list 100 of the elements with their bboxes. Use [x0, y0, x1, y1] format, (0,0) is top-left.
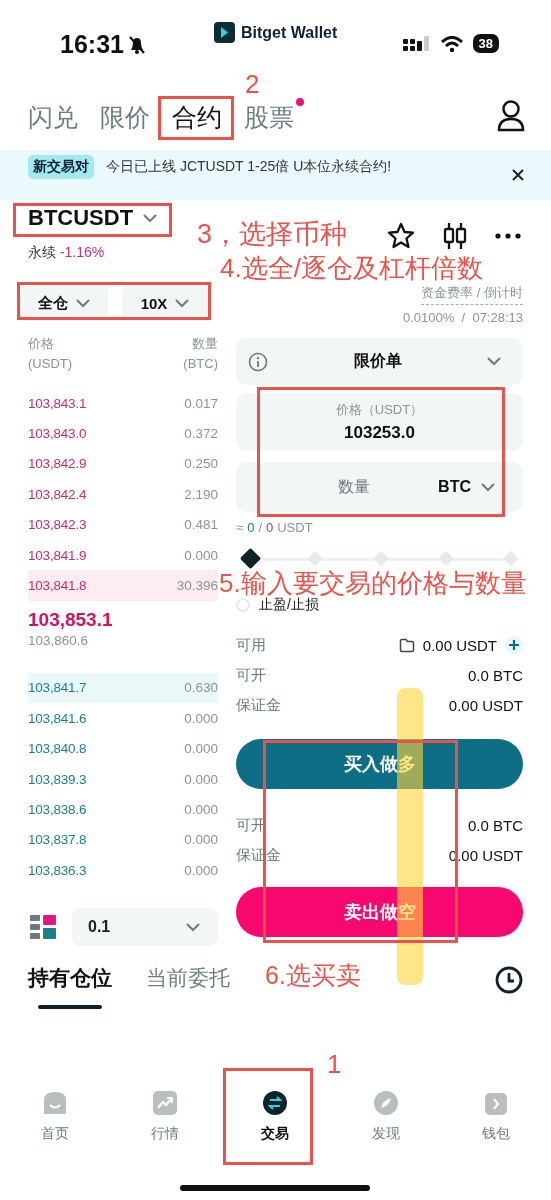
- info-value: 0.00 USDT: [448, 696, 523, 714]
- swap-icon: [262, 1090, 289, 1116]
- order-price: 103,838.6: [28, 802, 87, 817]
- nav-item[interactable]: 发现: [330, 1090, 441, 1143]
- chevron-down-icon: [186, 922, 200, 932]
- app-name: Bitget Wallet: [241, 23, 338, 42]
- symbol-selector[interactable]: BTCUSDT: [28, 205, 158, 231]
- order-row[interactable]: 103,838.6 0.000: [28, 794, 218, 825]
- chevron-down-icon: [143, 213, 158, 223]
- order-row[interactable]: 103,840.8 0.000: [28, 733, 218, 764]
- home-icon: [42, 1090, 69, 1116]
- price-change: -1.16%: [59, 244, 105, 260]
- order-price: 103,842.4: [28, 486, 87, 502]
- more-icon[interactable]: [495, 233, 521, 239]
- long-estimate: 0: [247, 519, 255, 535]
- annotation-text: 4.选全/逐仓及杠杆倍数: [220, 254, 483, 283]
- order-row[interactable]: 103,842.4 2.190: [28, 479, 218, 510]
- order-price: 103,836.3: [28, 862, 87, 878]
- order-price: 103,839.3: [28, 771, 87, 787]
- order-price: 103,837.8: [28, 832, 87, 848]
- info-label: 可开: [236, 815, 266, 835]
- order-row[interactable]: 103,839.3 0.000: [28, 763, 218, 795]
- tab[interactable]: 当前委托: [146, 963, 230, 1010]
- order-row[interactable]: 103,836.3 0.000: [28, 855, 218, 886]
- annotation-text: 5.输入要交易的价格与数量: [219, 569, 527, 598]
- order-row[interactable]: 103,837.8 0.000: [28, 824, 218, 856]
- order-amount: 0.000: [184, 862, 218, 878]
- annotation-text: 1: [327, 1050, 342, 1079]
- bell-off-icon: [126, 34, 147, 55]
- order-row[interactable]: 103,841.8 30.396: [28, 570, 218, 601]
- order-price: 103,841.7: [28, 680, 87, 696]
- annotation-text: 6.选买卖: [265, 962, 361, 990]
- wallet-icon: [482, 1090, 509, 1116]
- order-price: 103,842.9: [28, 456, 87, 472]
- order-row[interactable]: 103,841.6 0.000: [28, 703, 218, 734]
- signal-icon: [402, 35, 431, 52]
- order-type-dropdown[interactable]: 限价单: [236, 338, 523, 385]
- wallet-icon[interactable]: [398, 637, 415, 653]
- info-label: 保证金: [236, 695, 281, 715]
- order-amount: 0.000: [184, 832, 218, 848]
- column-unit: (BTC): [183, 355, 218, 373]
- info-label: 可用: [236, 635, 266, 655]
- nav-item[interactable]: 首页: [0, 1090, 111, 1143]
- order-amount: 0.000: [184, 802, 218, 817]
- chevron-down-icon: [175, 298, 190, 308]
- order-price: 103,841.8: [28, 578, 87, 594]
- column-unit: (USDT): [28, 355, 73, 373]
- leverage-button[interactable]: 10X: [122, 286, 208, 320]
- order-amount: 0.000: [184, 710, 218, 726]
- chevron-down-icon: [487, 357, 501, 366]
- tab[interactable]: 持有仓位: [28, 963, 112, 1010]
- tab[interactable]: 股票: [244, 100, 294, 134]
- order-price: 103,841.9: [28, 547, 87, 563]
- price-label: 价格（USDT）: [335, 401, 424, 419]
- column-header: 数量: [191, 335, 218, 353]
- plus-icon[interactable]: [505, 636, 523, 654]
- star-icon[interactable]: [387, 222, 415, 250]
- info-value: 0.0 BTC: [467, 666, 523, 684]
- order-row[interactable]: 103,841.7 0.630: [28, 672, 218, 704]
- history-icon[interactable]: [495, 966, 523, 995]
- clock-time: 16:31: [60, 30, 124, 59]
- order-row[interactable]: 103,841.9 0.000: [28, 539, 218, 571]
- chart-trend-icon: [152, 1090, 179, 1116]
- nav-item[interactable]: 交易: [220, 1090, 331, 1143]
- short-estimate: 0: [266, 519, 274, 535]
- precision-dropdown[interactable]: 0.1: [72, 908, 218, 947]
- order-price: 103,843.0: [28, 426, 87, 442]
- profile-icon[interactable]: [497, 100, 525, 132]
- order-row[interactable]: 103,843.0 0.372: [28, 418, 218, 449]
- separator: /: [258, 519, 262, 535]
- margin-mode-button[interactable]: 全仓: [20, 286, 108, 320]
- price-input[interactable]: 103253.0: [299, 423, 460, 443]
- checkbox[interactable]: [236, 598, 250, 612]
- chevron-down-icon: [76, 298, 90, 308]
- annotation-text: 3，选择币种: [197, 220, 348, 250]
- order-amount: 2.190: [184, 486, 218, 502]
- approx-sign: ≈: [236, 519, 244, 535]
- mark-price: 103,860.6: [28, 632, 90, 648]
- order-amount: 30.396: [176, 578, 218, 594]
- book-layout-icon[interactable]: [30, 915, 56, 940]
- order-amount: 0.000: [184, 741, 218, 757]
- last-price: 103,853.1: [28, 607, 114, 632]
- unit-dropdown[interactable]: BTC: [432, 477, 501, 497]
- nav-item[interactable]: 行情: [110, 1090, 221, 1143]
- order-amount: 0.630: [184, 680, 218, 696]
- quantity-field[interactable]: 数量 BTC: [236, 462, 523, 512]
- contract-type: 永续: [28, 244, 56, 260]
- candlestick-chart-icon[interactable]: [443, 222, 467, 250]
- tab[interactable]: 限价: [100, 100, 150, 134]
- wifi-icon: [440, 35, 463, 52]
- nav-item[interactable]: 钱包: [440, 1090, 551, 1143]
- close-icon[interactable]: [511, 168, 525, 182]
- sell-short-button[interactable]: 卖出做空: [236, 887, 523, 937]
- order-row[interactable]: 103,843.1 0.017: [28, 388, 218, 419]
- order-row[interactable]: 103,842.3 0.481: [28, 509, 218, 540]
- tab[interactable]: 合约: [172, 100, 222, 134]
- new-pair-tag: 新交易对: [28, 155, 94, 179]
- tab[interactable]: 闪兑: [28, 100, 78, 134]
- order-row[interactable]: 103,842.9 0.250: [28, 448, 218, 480]
- column-header: 价格: [28, 335, 55, 353]
